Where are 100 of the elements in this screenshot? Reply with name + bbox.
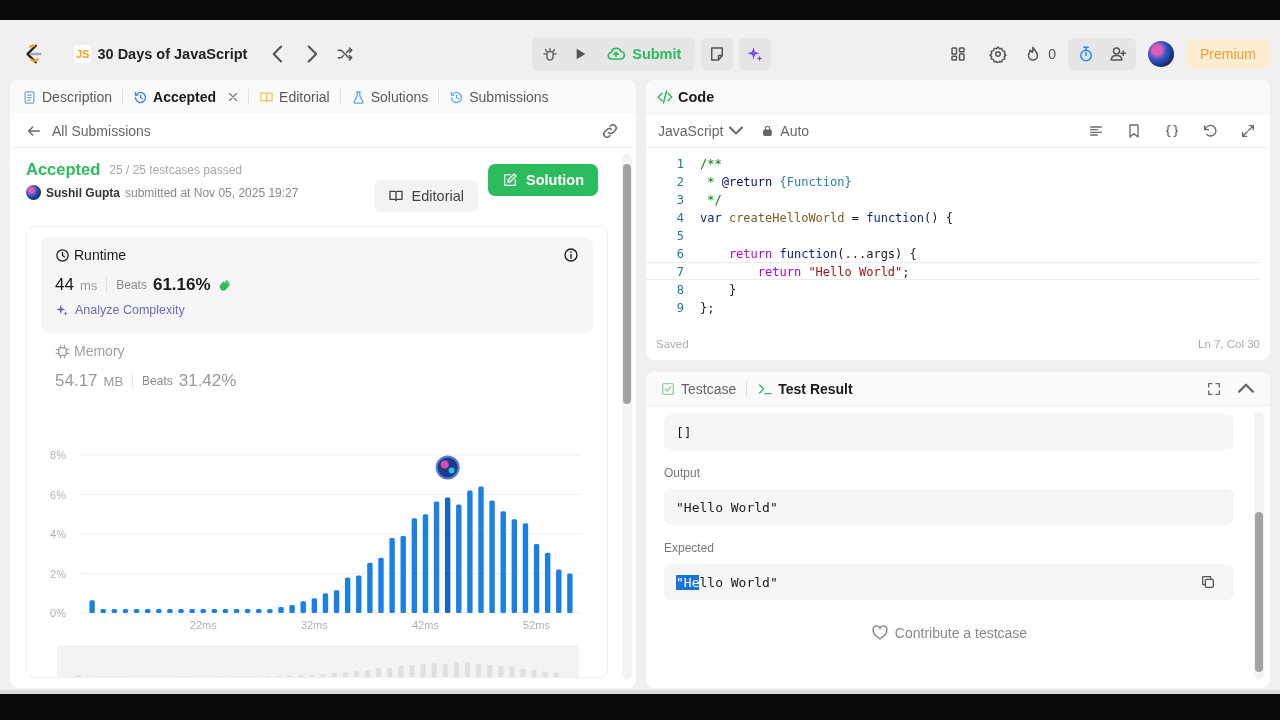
beats-label: Beats: [142, 374, 173, 388]
stat-panel[interactable]: Runtime 44 ms Beats 61.16% Analyze Complexity: [41, 237, 593, 333]
axis-label: 8%: [50, 449, 66, 461]
line-number: 6: [675, 246, 684, 261]
js-badge: JS: [74, 45, 92, 63]
user-name[interactable]: Sushil Gupta: [46, 185, 120, 200]
beats-label: Beats: [116, 278, 147, 292]
tab[interactable]: Submissions: [445, 85, 553, 109]
axis-label: 6%: [50, 488, 66, 501]
bookmark-icon: [1126, 122, 1142, 139]
stat-unit: MB: [103, 373, 124, 389]
bar: [89, 600, 95, 613]
line-number: 8: [675, 282, 684, 297]
tab[interactable]: Accepted: [129, 85, 221, 109]
bar: [311, 598, 318, 613]
bar: [144, 609, 151, 613]
chevron-up-icon: [1238, 383, 1254, 394]
line-number: 9: [675, 300, 684, 315]
stat-title: Runtime: [74, 247, 127, 263]
scrollbar[interactable]: [622, 154, 632, 680]
axis-label: 52ms: [523, 619, 550, 631]
chevron-right-icon: [306, 45, 317, 63]
line-number: 7: [675, 264, 684, 279]
contribute-link[interactable]: Contribute a testcase: [870, 624, 1028, 642]
auto-mode-button[interactable]: Auto: [757, 122, 814, 139]
bar: [178, 609, 184, 613]
bar: [244, 609, 251, 613]
bar: [378, 557, 384, 613]
braces-icon: [1164, 122, 1180, 139]
checkbox-icon: [660, 380, 676, 397]
document-icon: [22, 89, 37, 105]
field-label: Expected: [664, 541, 716, 555]
testcases-text: 25 / 25 testcases passed: [109, 162, 243, 177]
bar: [111, 609, 118, 613]
bar: [367, 562, 373, 613]
value-text: []: [676, 424, 692, 440]
line-number: 4: [675, 210, 684, 225]
beats-value: 61.16%: [152, 275, 211, 295]
language-dropdown[interactable]: JavaScript: [654, 122, 748, 139]
stat-value: 54.17: [55, 371, 98, 391]
axis-label: 32ms: [300, 619, 328, 631]
problem-list-title[interactable]: 30 Days of JavaScript: [97, 46, 248, 62]
tab[interactable]: Testcase: [656, 378, 741, 399]
streak-button[interactable]: 0: [1024, 45, 1056, 63]
code-line: return function(...args) {: [727, 246, 917, 261]
avatar[interactable]: [1148, 41, 1174, 67]
bar: [544, 552, 551, 613]
flask-icon: [350, 89, 366, 105]
settings-icon: [989, 45, 1008, 63]
bar: [533, 543, 540, 613]
bar: [322, 593, 329, 613]
chip-icon: [55, 343, 70, 359]
bar: [100, 609, 106, 613]
back-link[interactable]: All Submissions: [26, 122, 151, 139]
axis-label: 22ms: [189, 619, 217, 631]
scrollbar[interactable]: [1254, 412, 1264, 680]
line-number: 2: [675, 174, 684, 189]
link-icon: [601, 121, 619, 140]
code-icon: [656, 87, 674, 106]
editorial-button[interactable]: Editorial: [373, 180, 478, 212]
analyze-complexity-link[interactable]: Analyze Complexity: [55, 303, 185, 317]
tab[interactable]: Editorial: [255, 85, 334, 109]
grid-icon: [949, 45, 968, 63]
bar: [278, 607, 284, 613]
chevron-down-icon: [729, 126, 744, 135]
sparkle-icon: [746, 45, 765, 63]
bar: [122, 609, 129, 613]
sparkle-button[interactable]: [739, 38, 772, 70]
bug-icon: [541, 45, 560, 63]
axis-label: 2%: [50, 567, 66, 580]
value-text: "Hello World": [676, 574, 778, 590]
tab[interactable]: Solutions: [346, 85, 433, 109]
stat-panel[interactable]: Memory 54.17 MB Beats 31.42%: [41, 333, 593, 403]
bar: [267, 609, 273, 613]
bar: [256, 609, 262, 613]
code-line: };: [700, 300, 715, 315]
stat-unit: ms: [79, 277, 98, 293]
axis-label: 42ms: [412, 619, 439, 631]
code-editor[interactable]: 1 /** 2 * @return {Function} 3 */ 4 var createHelloWorld = function() { 5 6 return function(...args) { 7 return "Hello World"; 8 } 9 };: [646, 148, 1270, 328]
avatar: [26, 185, 41, 200]
avatar: [435, 455, 460, 480]
field-label: Output: [664, 466, 702, 480]
undo-icon: [1202, 122, 1218, 139]
stat-value: 44: [55, 275, 74, 295]
bar: [289, 605, 295, 613]
save-status: Saved: [656, 338, 689, 350]
notes-button[interactable]: [701, 38, 734, 70]
bar: [133, 609, 140, 613]
bar: [167, 609, 173, 613]
shuffle-icon: [336, 45, 355, 63]
code-line: var createHelloWorld = function() {: [700, 210, 953, 225]
tab[interactable]: Description: [18, 85, 117, 109]
tab[interactable]: Test Result: [753, 378, 857, 399]
bar: [567, 573, 573, 613]
axis-label: 0%: [50, 607, 66, 619]
bar: [200, 609, 206, 613]
heart-icon: [870, 624, 889, 642]
bar: [556, 569, 562, 613]
bar: [333, 590, 340, 613]
axis-label: 4%: [50, 528, 66, 540]
